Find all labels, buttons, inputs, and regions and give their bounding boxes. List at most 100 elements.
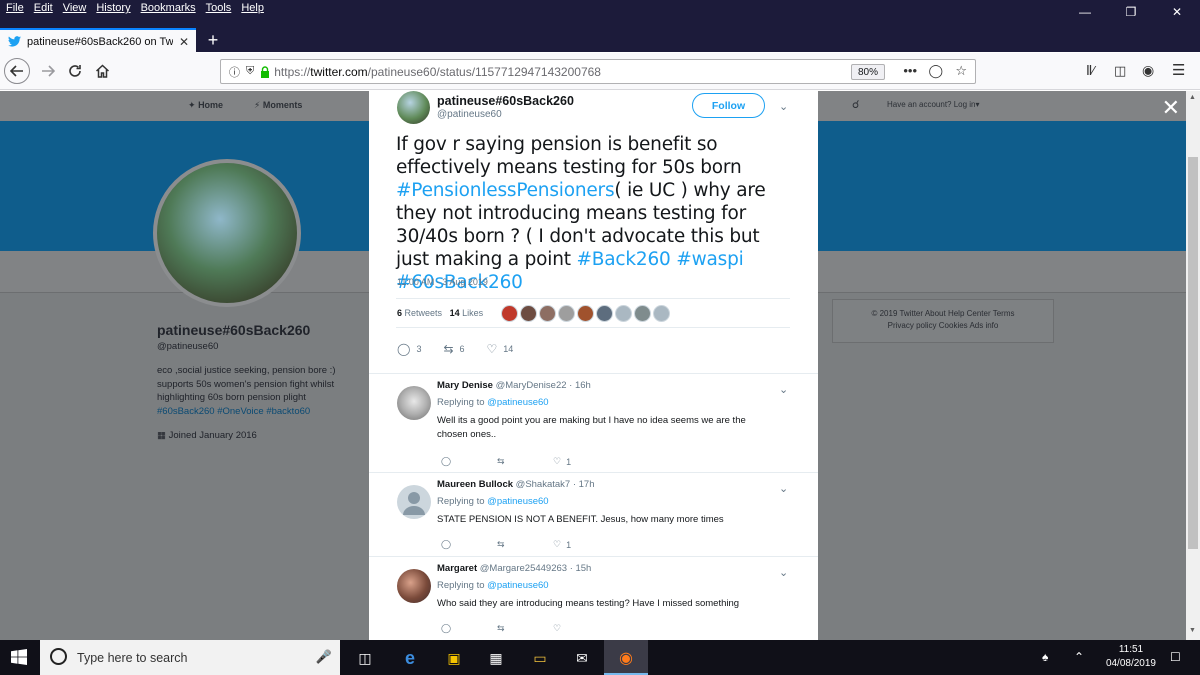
scrollbar-thumb[interactable] — [1188, 157, 1198, 549]
reply-button[interactable]: ◯ — [441, 623, 497, 634]
hashtag-link[interactable]: #PensionlessPensioners — [396, 180, 615, 201]
pocket-icon[interactable]: ◯ — [928, 63, 943, 79]
windows-start-icon[interactable] — [11, 649, 27, 665]
sync-account-icon[interactable]: ◉ — [1142, 62, 1154, 79]
retweet-button[interactable]: ⇆ 6 — [443, 342, 464, 356]
chevron-down-icon[interactable]: ⌄ — [779, 100, 788, 113]
follow-button[interactable]: Follow — [692, 93, 765, 118]
avatar[interactable] — [539, 305, 556, 322]
reply-tweet[interactable]: Margaret @Margare25449263 · 15h ⌄ Replyi… — [369, 556, 818, 640]
reply-button[interactable]: ◯ 3 — [397, 342, 421, 356]
avatar[interactable] — [558, 305, 575, 322]
avatar[interactable] — [577, 305, 594, 322]
firefox-icon[interactable]: ◉ — [615, 647, 637, 669]
tweet-author-avatar[interactable] — [397, 91, 430, 124]
library-icon[interactable]: Ⅱ⁄ — [1086, 63, 1095, 79]
nav-home-label: Home — [198, 100, 224, 110]
info-icon[interactable]: ⓘ — [229, 64, 240, 80]
menu-file[interactable]: File — [6, 2, 24, 14]
people-icon[interactable]: ♠ — [1042, 650, 1048, 664]
replying-to-link[interactable]: @patineuse60 — [487, 496, 548, 507]
reply-avatar[interactable] — [397, 485, 431, 519]
replying-to-link[interactable]: @patineuse60 — [487, 397, 548, 408]
avatar[interactable] — [596, 305, 613, 322]
reply-author[interactable]: Mary Denise @MaryDenise22 · 16h — [437, 380, 591, 391]
like-button[interactable]: ♡ 1 — [553, 456, 609, 467]
reply-avatar[interactable] — [397, 386, 431, 420]
menu-view[interactable]: View — [63, 2, 87, 14]
retweets-stat[interactable]: 6 Retweets — [397, 308, 442, 318]
sidebar-icon[interactable]: ◫ — [1114, 63, 1126, 79]
chevron-down-icon[interactable]: ⌄ — [779, 566, 788, 579]
chevron-down-icon[interactable]: ⌄ — [779, 383, 788, 396]
likes-stat[interactable]: 14 Likes — [450, 308, 484, 318]
menu-edit[interactable]: Edit — [34, 2, 53, 14]
tray-chevron-icon[interactable]: ⌃ — [1074, 650, 1084, 664]
home-button[interactable] — [92, 58, 112, 84]
zoom-indicator[interactable]: 80% — [851, 64, 885, 80]
tweet-author-handle[interactable]: @patineuse60 — [437, 109, 502, 120]
reply-author[interactable]: Maureen Bullock @Shakatak7 · 17h — [437, 479, 595, 490]
menu-bookmarks[interactable]: Bookmarks — [141, 2, 196, 14]
liker-avatars — [501, 305, 670, 322]
replying-to-link[interactable]: @patineuse60 — [487, 580, 548, 591]
reply-avatar[interactable] — [397, 569, 431, 603]
avatar[interactable] — [615, 305, 632, 322]
menu-tools[interactable]: Tools — [206, 2, 232, 14]
chevron-down-icon[interactable]: ⌄ — [779, 482, 788, 495]
file-explorer-icon[interactable]: ▭ — [529, 647, 551, 669]
back-button[interactable] — [4, 58, 30, 84]
minimize-icon[interactable]: — — [1062, 0, 1108, 24]
retweet-button[interactable]: ⇆ — [497, 623, 553, 634]
mail-icon[interactable]: ✉ — [571, 647, 593, 669]
scroll-up-icon[interactable]: ▲ — [1189, 94, 1196, 101]
retweets-count: 6 — [397, 308, 403, 318]
taskbar-search[interactable]: Type here to search 🎤 — [40, 640, 340, 675]
retweet-button[interactable]: ⇆ — [497, 456, 553, 467]
menu-help[interactable]: Help — [241, 2, 264, 14]
reply-button[interactable]: ◯ — [441, 456, 497, 467]
notifications-icon[interactable]: ☐ — [1170, 650, 1181, 664]
forward-button[interactable] — [38, 58, 58, 84]
like-button[interactable]: ♡ 14 — [487, 342, 514, 356]
avatar[interactable] — [634, 305, 651, 322]
url-text[interactable]: https://twitter.com/patineuse60/status/1… — [274, 65, 601, 79]
microphone-icon[interactable]: 🎤 — [316, 649, 332, 665]
page-scrollbar[interactable]: ▲ ▼ — [1186, 91, 1200, 640]
avatar[interactable] — [520, 305, 537, 322]
hamburger-menu-icon[interactable]: ☰ — [1172, 61, 1185, 79]
tweet-author-name[interactable]: patineuse#60sBack260 — [437, 94, 574, 108]
address-bar[interactable]: ⓘ ⛨ https://twitter.com/patineuse60/stat… — [220, 59, 976, 84]
edge-icon[interactable]: e — [399, 647, 421, 669]
system-clock[interactable]: 11:51 04/08/2019 — [1106, 643, 1156, 671]
reply-author[interactable]: Margaret @Margare25449263 · 15h — [437, 563, 591, 574]
hashtag-link[interactable]: #waspi — [676, 249, 743, 270]
hashtag-link[interactable]: #Back260 — [576, 249, 670, 270]
browser-tab[interactable]: patineuse#60sBack260 on Twitt ✕ — [0, 28, 196, 53]
store-icon[interactable]: ▦ — [485, 647, 507, 669]
like-button[interactable]: ♡ — [553, 623, 609, 634]
tweet-timestamp[interactable]: 11:00 AM - 3 Aug 2019 — [397, 277, 488, 287]
lock-icon[interactable] — [260, 65, 270, 78]
close-overlay-icon[interactable]: ✕ — [1162, 95, 1180, 121]
like-button[interactable]: ♡ 1 — [553, 539, 609, 550]
reply-tweet[interactable]: Maureen Bullock @Shakatak7 · 17h ⌄ Reply… — [369, 472, 818, 556]
menu-bar: File Edit View History Bookmarks Tools H… — [6, 2, 264, 14]
restore-icon[interactable]: ❐ — [1108, 0, 1154, 24]
bookmark-star-icon[interactable]: ☆ — [955, 63, 967, 79]
avatar[interactable] — [501, 305, 518, 322]
retweet-button[interactable]: ⇆ — [497, 539, 553, 550]
new-tab-icon[interactable]: + — [203, 28, 223, 52]
avatar[interactable] — [653, 305, 670, 322]
menu-history[interactable]: History — [96, 2, 130, 14]
reply-button[interactable]: ◯ — [441, 539, 497, 550]
scroll-down-icon[interactable]: ▼ — [1189, 627, 1196, 634]
page-actions-icon[interactable]: ••• — [903, 63, 917, 78]
reload-button[interactable] — [65, 58, 85, 84]
shield-icon[interactable]: ⛨ — [246, 65, 254, 78]
close-window-icon[interactable]: ✕ — [1154, 0, 1200, 24]
task-view-icon[interactable]: ◫ — [354, 647, 376, 669]
sticky-notes-icon[interactable]: ▣ — [443, 647, 465, 669]
reply-tweet[interactable]: Mary Denise @MaryDenise22 · 16h ⌄ Replyi… — [369, 373, 818, 471]
tab-close-icon[interactable]: ✕ — [179, 35, 189, 49]
